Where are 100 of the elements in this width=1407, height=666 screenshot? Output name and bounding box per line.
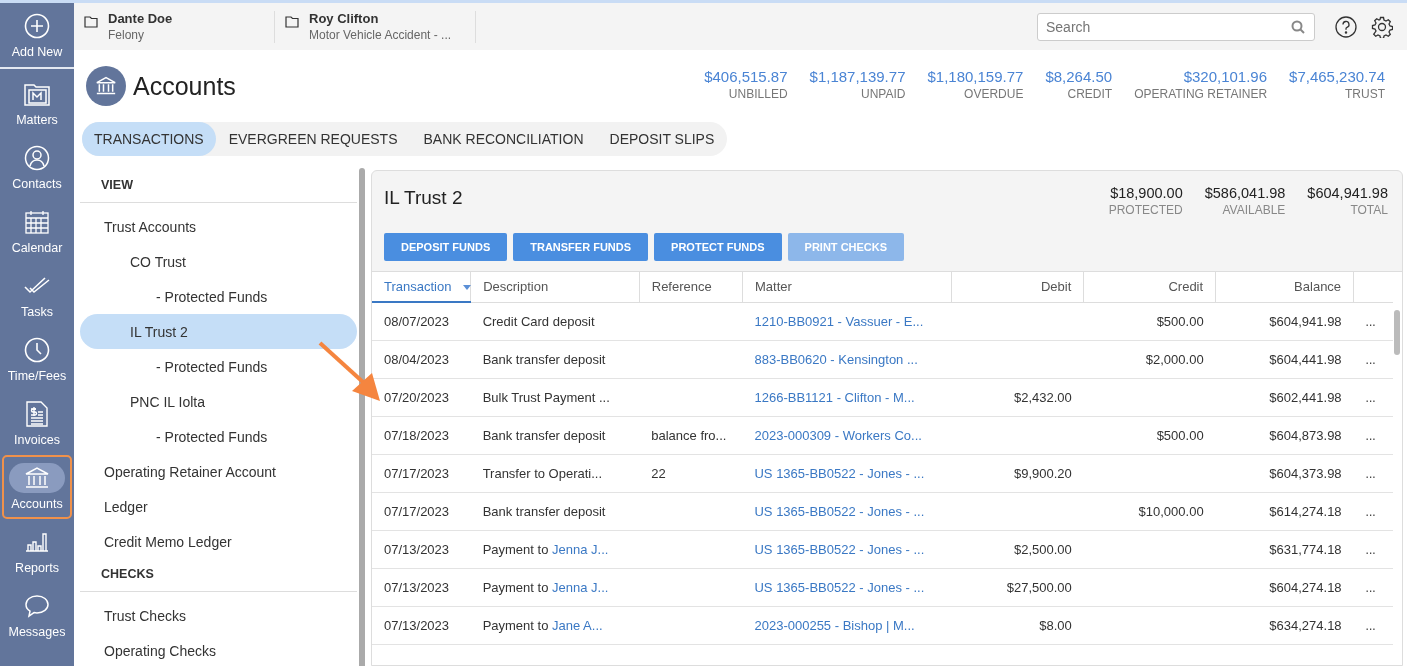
summary-amount[interactable]: $8,264.50 bbox=[1045, 68, 1113, 85]
debit-cell: $2,500.00 bbox=[1013, 542, 1072, 557]
description-cell: Payment to Jenna J... bbox=[482, 580, 609, 595]
date-cell: 07/13/2023 bbox=[384, 580, 450, 595]
section-heading: VIEW bbox=[100, 177, 134, 194]
recent-matter-tab[interactable]: Dante Doe Felony bbox=[84, 10, 275, 43]
date-cell: 08/07/2023 bbox=[384, 314, 450, 329]
matter-link[interactable]: US 1365-BB0522 - Jones - ... bbox=[754, 542, 925, 557]
sidebar-item[interactable]: Time/Fees bbox=[0, 327, 74, 391]
folder-icon bbox=[24, 82, 50, 106]
total-amount: $604,941.98 bbox=[1307, 185, 1388, 201]
sidebar-item[interactable]: Matters bbox=[0, 71, 74, 135]
settings-icon[interactable] bbox=[1371, 15, 1393, 38]
recent-matter-tab[interactable]: Roy Clifton Motor Vehicle Accident - ... bbox=[285, 10, 476, 43]
nav-item[interactable]: PNC IL Iolta bbox=[80, 384, 357, 419]
column-header[interactable]: Transaction bbox=[372, 272, 471, 302]
row-menu[interactable]: ... bbox=[1365, 543, 1376, 557]
description-cell: Credit Card deposit bbox=[482, 313, 595, 329]
page-title: Accounts bbox=[133, 71, 236, 101]
column-header[interactable]: Reference bbox=[639, 272, 743, 302]
credit-cell: $500.00 bbox=[1156, 428, 1204, 443]
nav-item[interactable]: - Protected Funds bbox=[80, 279, 357, 314]
invoice-icon bbox=[26, 401, 48, 427]
summary-amount[interactable]: $406,515.87 bbox=[704, 68, 788, 85]
description-cell: Bank transfer deposit bbox=[482, 428, 606, 443]
column-header[interactable]: Debit bbox=[951, 272, 1084, 302]
payee-link[interactable]: Jane A... bbox=[552, 618, 603, 633]
date-cell: 07/17/2023 bbox=[384, 466, 450, 481]
matter-link[interactable]: 2023-000309 - Workers Co... bbox=[754, 428, 922, 443]
summary-amount[interactable]: $1,180,159.77 bbox=[927, 68, 1024, 85]
column-header[interactable]: Balance bbox=[1215, 272, 1354, 302]
nav-item[interactable]: IL Trust 2 bbox=[80, 314, 357, 349]
summary-amount[interactable]: $1,187,139.77 bbox=[809, 68, 906, 85]
summary-amount[interactable]: $7,465,230.74 bbox=[1289, 68, 1385, 85]
bar-chart-icon bbox=[25, 532, 49, 552]
row-menu[interactable]: ... bbox=[1365, 467, 1376, 481]
column-header[interactable]: Matter bbox=[742, 272, 952, 302]
sidebar-item[interactable]: Messages bbox=[0, 583, 74, 647]
description-cell: Payment to Jenna J... bbox=[482, 542, 609, 557]
row-menu[interactable]: ... bbox=[1365, 505, 1376, 519]
sidebar-item[interactable]: Tasks bbox=[0, 263, 74, 327]
nav-item[interactable]: Trust Accounts bbox=[80, 209, 357, 244]
balance-cell: $604,373.98 bbox=[1269, 466, 1342, 481]
description-cell: Bank transfer deposit bbox=[482, 504, 606, 519]
matter-link[interactable]: 1266-BB1121 - Clifton - M... bbox=[754, 390, 915, 405]
clock-icon bbox=[24, 337, 50, 363]
description-cell: Bank transfer deposit bbox=[482, 352, 606, 367]
description-cell: Bulk Trust Payment ... bbox=[482, 390, 610, 405]
total-amount: $586,041.98 bbox=[1204, 185, 1286, 201]
sidebar-item[interactable]: Accounts bbox=[2, 455, 72, 519]
speech-bubble-icon bbox=[24, 594, 50, 618]
description-cell: Payment to Jane A... bbox=[482, 618, 603, 633]
total-label: AVAILABLE bbox=[1221, 203, 1286, 217]
row-menu[interactable]: ... bbox=[1365, 581, 1376, 595]
tab[interactable]: DEPOSIT SLIPS bbox=[596, 122, 728, 156]
date-cell: 07/18/2023 bbox=[384, 428, 450, 443]
search-field[interactable]: Search bbox=[1037, 12, 1315, 41]
date-cell: 07/13/2023 bbox=[384, 618, 450, 633]
date-cell: 08/04/2023 bbox=[384, 352, 450, 367]
balance-cell: $631,774.18 bbox=[1269, 542, 1342, 557]
summary-amount[interactable]: $320,101.96 bbox=[1134, 68, 1268, 85]
column-header[interactable]: Credit bbox=[1083, 272, 1216, 302]
credit-cell: $10,000.00 bbox=[1138, 504, 1204, 519]
row-menu[interactable]: ... bbox=[1365, 314, 1376, 329]
tab[interactable]: BANK RECONCILIATION bbox=[410, 122, 597, 156]
nav-item[interactable]: - Protected Funds bbox=[80, 349, 357, 384]
matter-link[interactable]: 1210-BB0921 - Vassuer - E... bbox=[754, 313, 924, 329]
sidebar-item[interactable]: Invoices bbox=[0, 391, 74, 455]
row-menu[interactable]: ... bbox=[1365, 391, 1376, 405]
summary-label: UNBILLED bbox=[727, 87, 788, 101]
column-header[interactable]: Description bbox=[470, 272, 640, 302]
sidebar-item[interactable]: Reports bbox=[0, 519, 74, 583]
row-menu[interactable]: ... bbox=[1365, 353, 1376, 367]
payee-link[interactable]: Jenna J... bbox=[552, 580, 609, 595]
help-icon[interactable] bbox=[1335, 15, 1357, 38]
nav-item[interactable]: - Protected Funds bbox=[80, 419, 357, 454]
tab[interactable]: EVERGREEN REQUESTS bbox=[215, 122, 411, 156]
row-menu[interactable]: ... bbox=[1365, 429, 1376, 443]
sidebar-item[interactable]: Calendar bbox=[0, 199, 74, 263]
matter-link[interactable]: US 1365-BB0522 - Jones - ... bbox=[754, 580, 925, 595]
balance-cell: $604,441.98 bbox=[1269, 352, 1342, 367]
matter-link[interactable]: US 1365-BB0522 - Jones - ... bbox=[754, 466, 925, 481]
folder-icon bbox=[285, 15, 299, 28]
nav-item[interactable]: CO Trust bbox=[80, 244, 357, 279]
add-icon bbox=[24, 13, 50, 39]
credit-cell: $500.00 bbox=[1156, 313, 1204, 329]
matter-link[interactable]: 883-BB0620 - Kensington ... bbox=[754, 352, 918, 367]
nav-item[interactable]: Operating Retainer Account bbox=[80, 454, 357, 489]
tab[interactable]: TRANSACTIONS bbox=[82, 122, 216, 156]
nav-item[interactable]: Operating Checks bbox=[80, 633, 357, 666]
nav-item[interactable]: Ledger bbox=[80, 489, 357, 524]
total-label: PROTECTED bbox=[1108, 203, 1183, 217]
nav-item[interactable]: Trust Checks bbox=[80, 598, 357, 633]
sidebar-item[interactable]: Contacts bbox=[0, 135, 74, 199]
matter-link[interactable]: 2023-000255 - Bishop | M... bbox=[754, 618, 915, 633]
matter-link[interactable]: US 1365-BB0522 - Jones - ... bbox=[754, 504, 925, 519]
payee-link[interactable]: Jenna J... bbox=[552, 542, 609, 557]
reference-cell: balance fro... bbox=[651, 428, 727, 443]
row-menu[interactable]: ... bbox=[1365, 619, 1376, 633]
nav-item[interactable]: Credit Memo Ledger bbox=[80, 524, 357, 559]
